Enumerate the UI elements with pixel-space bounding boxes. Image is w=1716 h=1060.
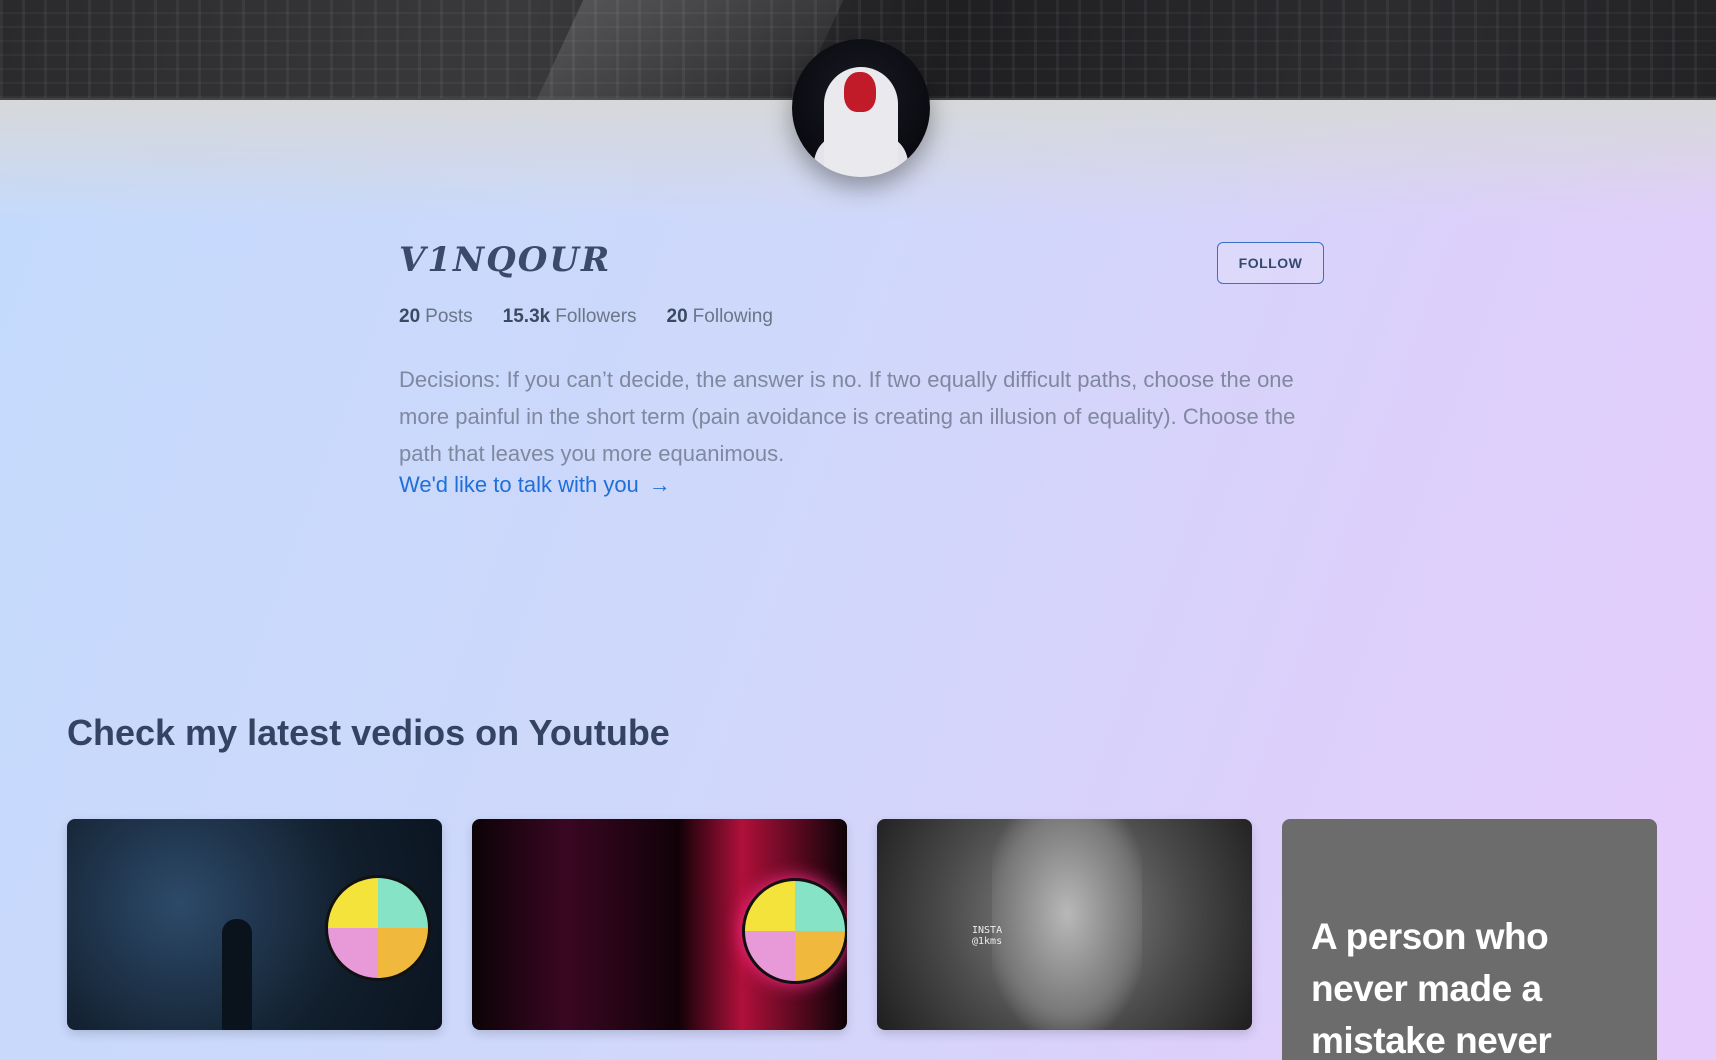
stat-following[interactable]: 20 Following [667, 306, 773, 328]
thumbnail-caption: INSTA @1kms [972, 925, 1003, 947]
profile-bio: Decisions: If you can’t decide, the answ… [399, 367, 1296, 466]
videos-section-title: Check my latest vedios on Youtube [67, 712, 670, 753]
talk-link-label: We'd like to talk with you [399, 472, 639, 497]
video-cards: INSTA @1kms A person who never made a mi… [67, 819, 1657, 1060]
video-card[interactable] [67, 819, 442, 1030]
avatar[interactable] [792, 39, 930, 177]
profile-section: V1NQOUR FOLLOW 20 Posts 15.3k Followers 20… [399, 240, 1325, 498]
quote-card[interactable]: A person who never made a mistake never [1282, 819, 1657, 1060]
talk-link[interactable]: We'd like to talk with you → [399, 472, 671, 498]
portrait-image [992, 819, 1142, 1030]
follow-button[interactable]: FOLLOW [1217, 242, 1324, 284]
arrow-right-icon: → [648, 472, 671, 497]
video-card[interactable] [472, 819, 847, 1030]
avatar-mask [844, 72, 876, 112]
profile-name: V1NQOUR [399, 240, 612, 280]
stat-followers[interactable]: 15.3k Followers [503, 306, 637, 328]
stat-posts[interactable]: 20 Posts [399, 306, 473, 328]
logo-quadrant-icon [742, 878, 847, 984]
video-card[interactable]: INSTA @1kms [877, 819, 1252, 1030]
profile-stats: 20 Posts 15.3k Followers 20 Following [399, 306, 1325, 328]
figure-silhouette [222, 919, 252, 1030]
quote-text: A person who never made a mistake never [1311, 916, 1552, 1060]
logo-quadrant-icon [325, 875, 431, 981]
